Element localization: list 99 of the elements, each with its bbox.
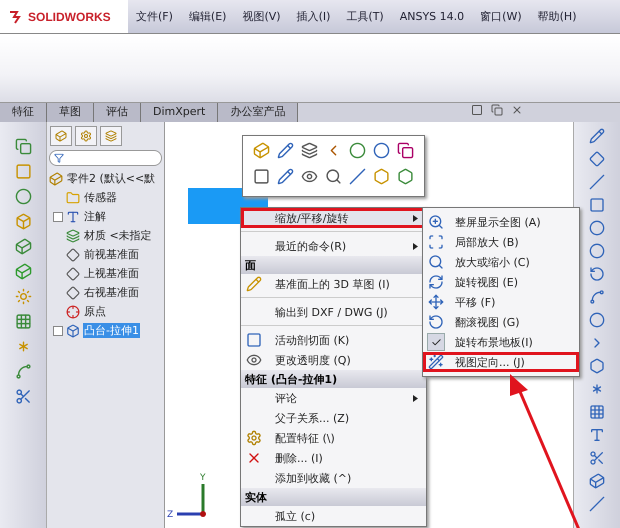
wand-icon bbox=[428, 354, 444, 370]
axis-triad bbox=[177, 484, 206, 517]
layers-icon bbox=[301, 142, 318, 159]
zoom-icon bbox=[428, 214, 444, 230]
submenu-item[interactable]: 视图定向... (J) bbox=[423, 352, 579, 372]
roll-icon bbox=[428, 314, 444, 330]
tree-item[interactable]: 零件2 (默认<<默 bbox=[66, 171, 156, 186]
panel-tab[interactable] bbox=[50, 126, 72, 146]
tree-item[interactable]: 原点 bbox=[83, 304, 107, 319]
menu-item[interactable]: 文件(F) bbox=[128, 9, 181, 24]
panel-tab[interactable] bbox=[75, 126, 97, 146]
command-tab[interactable]: DimXpert bbox=[141, 103, 218, 122]
submenu-item[interactable]: 旋转布景地板(I) bbox=[423, 332, 579, 352]
pencil-icon bbox=[246, 276, 262, 292]
square-icon bbox=[14, 163, 32, 180]
context-menu-item[interactable]: 最近的命令(R) bbox=[241, 236, 426, 256]
sketch-icon bbox=[277, 168, 294, 185]
menu-item[interactable]: 窗口(W) bbox=[472, 9, 530, 24]
gear-icon bbox=[246, 430, 262, 446]
rectangle-icon bbox=[589, 197, 605, 213]
cube-icon bbox=[14, 263, 32, 280]
context-menu-item[interactable]: 更改透明度 (Q) bbox=[241, 350, 426, 370]
context-menu-item[interactable]: 父子关系... (Z) bbox=[241, 408, 426, 428]
tree-item[interactable]: 材质 <未指定 bbox=[83, 228, 153, 243]
tree-item[interactable]: 前视基准面 bbox=[83, 247, 140, 262]
menu-item[interactable]: 工具(T) bbox=[338, 9, 392, 24]
zoom-icon bbox=[325, 168, 342, 185]
submenu-item[interactable]: 放大或缩小 (C) bbox=[423, 252, 579, 272]
axis-label: Y bbox=[200, 473, 206, 483]
command-tab[interactable]: 草图 bbox=[47, 103, 94, 122]
menu-section-header: 实体 bbox=[241, 488, 426, 506]
text-icon bbox=[589, 427, 605, 443]
plane-icon bbox=[66, 266, 80, 280]
circle-icon bbox=[589, 243, 605, 259]
grid-icon bbox=[589, 404, 605, 420]
filter-field[interactable] bbox=[49, 150, 162, 166]
submenu-item[interactable]: 翻滚视图 (G) bbox=[423, 312, 579, 332]
submenu-item[interactable]: 旋转视图 (E) bbox=[423, 272, 579, 292]
pattern-icon bbox=[14, 313, 32, 330]
cube-icon bbox=[14, 238, 32, 255]
rotate-icon bbox=[428, 274, 444, 290]
axis-label: Z bbox=[167, 510, 174, 520]
menu-item[interactable]: 帮助(H) bbox=[530, 9, 584, 24]
magnifier-icon bbox=[428, 254, 444, 270]
submenu-item[interactable]: 平移 (F) bbox=[423, 292, 579, 312]
context-menu-item[interactable]: 评论 bbox=[241, 388, 426, 408]
copy-icon bbox=[14, 138, 32, 155]
filter-icon bbox=[54, 153, 64, 163]
part-icon bbox=[55, 130, 67, 142]
command-tab[interactable]: 特征 bbox=[0, 103, 47, 122]
menu-item[interactable]: 视图(V) bbox=[234, 9, 289, 24]
context-menu-item[interactable]: 配置特征 (\) bbox=[241, 428, 426, 448]
panel-tab[interactable] bbox=[100, 126, 122, 146]
pan-icon bbox=[428, 294, 444, 310]
menu-section-header: 特征 (凸台-拉伸1) bbox=[241, 370, 426, 388]
pencil-icon bbox=[277, 142, 294, 159]
menu-item[interactable]: 编辑(E) bbox=[180, 9, 234, 24]
menu-item[interactable]: 插入(I) bbox=[288, 9, 338, 24]
cube-icon bbox=[589, 473, 605, 489]
expand-toggle[interactable] bbox=[53, 326, 63, 336]
tree-item[interactable]: 上视基准面 bbox=[83, 266, 140, 281]
zoom-area-icon bbox=[428, 234, 444, 250]
spline-icon bbox=[589, 289, 605, 305]
plane-icon bbox=[66, 248, 80, 262]
glasses-icon bbox=[301, 168, 318, 185]
restore-icon bbox=[491, 104, 503, 116]
cube-icon bbox=[66, 324, 80, 338]
tree-item[interactable]: 右视基准面 bbox=[83, 285, 140, 300]
submenu-item[interactable]: 整屏显示全图 (A) bbox=[423, 212, 579, 232]
context-menu-item[interactable]: 活动剖切面 (K) bbox=[241, 330, 426, 350]
context-menu-item[interactable]: 删除... (I) bbox=[241, 448, 426, 468]
expand-toggle[interactable] bbox=[53, 212, 63, 222]
polygon-icon bbox=[589, 358, 605, 374]
pencil-icon bbox=[589, 128, 605, 144]
trim-icon bbox=[589, 450, 605, 466]
command-tab[interactable]: 办公室产品 bbox=[218, 103, 298, 122]
light-icon bbox=[14, 288, 32, 305]
menu-item[interactable]: ANSYS 14.0 bbox=[392, 10, 472, 23]
context-menu-item[interactable]: 添加到收藏 (^) bbox=[241, 468, 426, 488]
logo-text: SOLIDWORKS bbox=[28, 10, 111, 24]
origin-icon bbox=[66, 304, 80, 318]
command-tab[interactable]: 评估 bbox=[94, 103, 141, 122]
curve-icon bbox=[14, 363, 32, 380]
part-icon bbox=[49, 172, 63, 186]
ellipse-icon bbox=[589, 312, 605, 328]
context-menu-item[interactable]: 孤立 (c) bbox=[241, 506, 426, 526]
submenu-item[interactable]: 局部放大 (B) bbox=[423, 232, 579, 252]
line-icon bbox=[589, 174, 605, 190]
tree-item[interactable]: 注解 bbox=[83, 209, 107, 224]
context-menu-item[interactable]: 输出到 DXF / DWG (J) bbox=[241, 302, 426, 322]
folder-icon bbox=[66, 190, 80, 204]
tree-item[interactable]: 传感器 bbox=[83, 190, 118, 205]
arc-icon bbox=[589, 266, 605, 282]
plane-icon bbox=[66, 286, 80, 300]
glasses-icon bbox=[246, 352, 262, 368]
close-icon bbox=[511, 104, 523, 116]
cube-icon bbox=[253, 142, 270, 159]
context-menu-item[interactable]: 基准面上的 3D 草图 (I) bbox=[241, 274, 426, 294]
text-icon bbox=[66, 210, 80, 224]
